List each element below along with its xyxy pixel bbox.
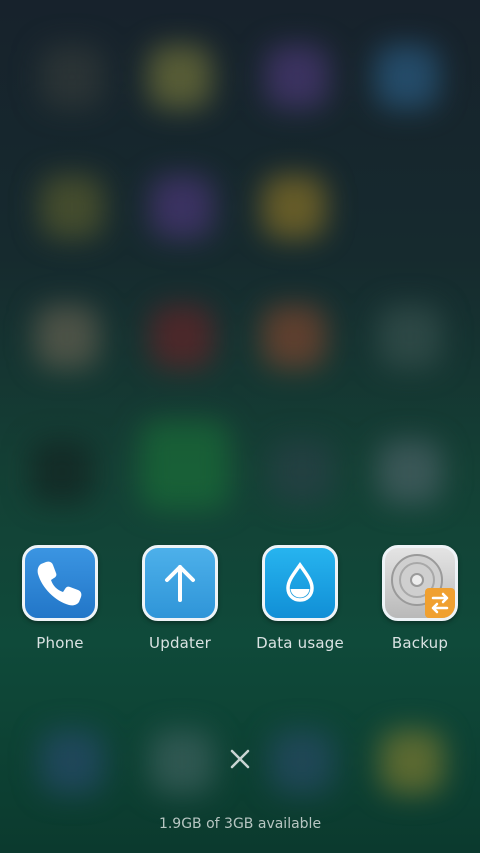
app-label: Backup (391, 634, 449, 652)
recent-app-backup[interactable]: Backup (360, 545, 480, 665)
memory-status: 1.9GB of 3GB available (158, 816, 322, 832)
water-drop-icon (262, 545, 338, 621)
recent-apps-row: Phone Updater Data usage Backup (0, 545, 480, 665)
recent-app-phone[interactable]: Phone (0, 545, 120, 665)
recent-app-data-usage[interactable]: Data usage (240, 545, 360, 665)
close-icon (230, 749, 250, 769)
arrow-up-icon (142, 545, 218, 621)
app-label: Updater (149, 634, 211, 652)
phone-icon (22, 545, 98, 621)
recent-apps-screen: Phone Updater Data usage Backup 1.9GB of… (0, 0, 480, 853)
close-all-button[interactable] (226, 745, 254, 773)
backup-icon (382, 545, 458, 621)
recent-app-updater[interactable]: Updater (120, 545, 240, 665)
app-label: Phone (36, 634, 84, 652)
blurred-home-background (0, 0, 480, 853)
app-label: Data usage (256, 634, 344, 652)
